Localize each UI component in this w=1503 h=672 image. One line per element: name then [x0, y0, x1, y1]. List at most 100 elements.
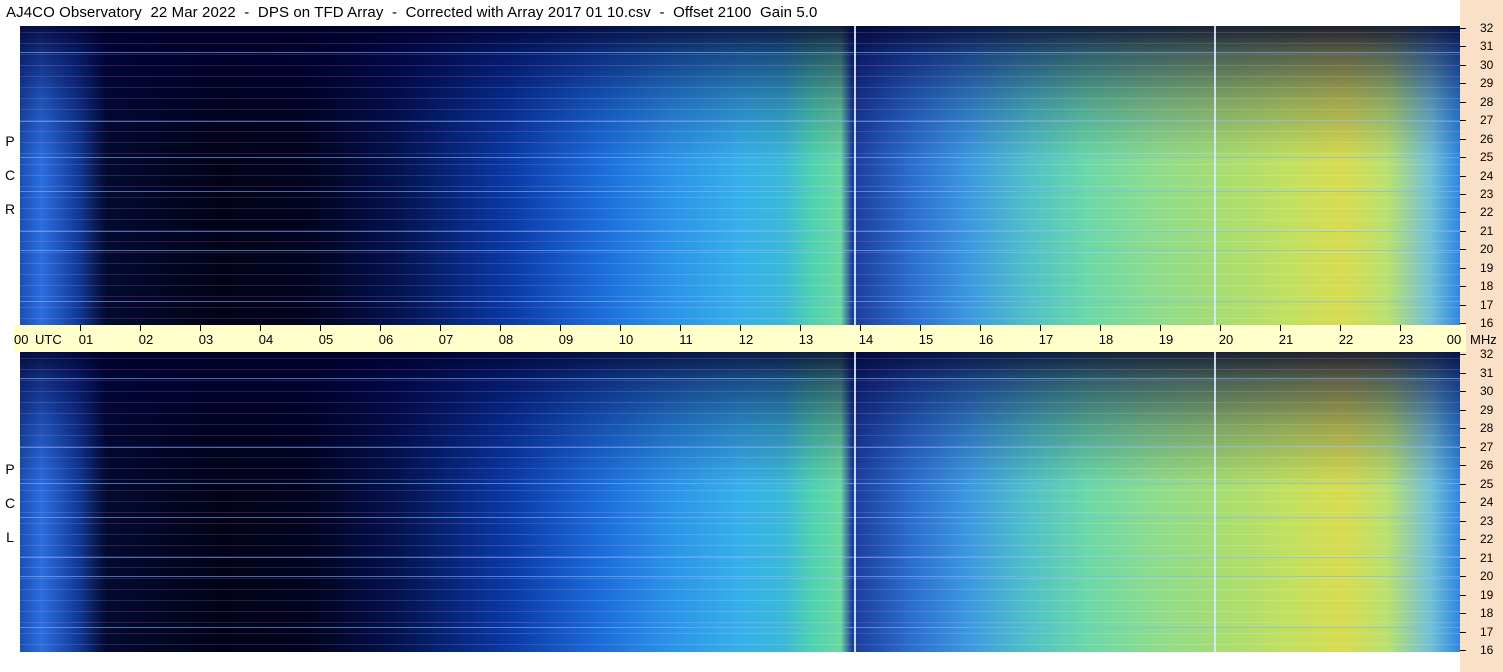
title-bar: AJ4CO Observatory 22 Mar 2022 - DPS on T… — [0, 0, 1460, 26]
freq-tick-label: 26 — [1480, 458, 1494, 472]
freq-tick-label: 18 — [1480, 606, 1494, 620]
freq-tick — [1460, 323, 1466, 324]
freq-tick-label: 27 — [1480, 113, 1494, 128]
time-tick — [1160, 325, 1161, 331]
time-label-hour: 03 — [198, 332, 214, 347]
freq-tick — [1460, 175, 1466, 177]
time-label-hour: 20 — [1218, 332, 1234, 347]
freq-tick — [1460, 286, 1466, 288]
freq-tick — [1460, 594, 1466, 596]
time-label-hour: 22 — [1338, 332, 1354, 347]
time-label-hour: 14 — [858, 332, 874, 347]
freq-tick-label: 23 — [1480, 513, 1494, 528]
time-tick — [1400, 325, 1401, 331]
time-tick — [1340, 325, 1341, 331]
freq-tick — [1460, 64, 1466, 66]
page-title: AJ4CO Observatory 22 Mar 2022 - DPS on T… — [6, 4, 818, 21]
freq-tick-label: 31 — [1480, 365, 1494, 380]
time-label-hour: 11 — [679, 332, 693, 347]
freq-tick-label: 19 — [1480, 260, 1494, 275]
freq-tick — [1460, 267, 1466, 269]
time-label-hour: 06 — [378, 332, 394, 347]
freq-tick-label: 28 — [1480, 421, 1494, 435]
freq-tick — [1460, 46, 1466, 48]
spectrogram-lcp — [20, 352, 1460, 652]
freq-tick-label: 20 — [1480, 242, 1494, 257]
time-label-hour: 21 — [1278, 332, 1294, 347]
time-label-hour: 04 — [258, 332, 274, 347]
freq-tick — [1460, 483, 1466, 485]
time-tick — [260, 325, 261, 331]
freq-tick-label: 26 — [1480, 131, 1494, 146]
freq-tick-label: 17 — [1480, 297, 1494, 312]
freq-tick — [1460, 520, 1466, 522]
time-label-hour: 08 — [498, 332, 514, 347]
pol-letter-r: R — [4, 201, 16, 217]
time-label-hour: 16 — [978, 332, 994, 347]
freq-tick-label: 22 — [1480, 205, 1494, 220]
pol-letter-c: C — [4, 495, 16, 511]
freq-tick-label: 23 — [1480, 186, 1494, 201]
freq-tick-label: 19 — [1480, 587, 1494, 602]
freq-tick — [1460, 631, 1466, 633]
freq-tick — [1460, 193, 1466, 195]
time-axis: 00 UTC 01 02 03 04 05 06 07 08 09 10 11 12 13 14 15 16 1… — [14, 325, 1497, 352]
freq-tick — [1460, 465, 1466, 466]
freq-tick-label: 22 — [1480, 532, 1494, 546]
time-label-hour: 15 — [918, 332, 934, 347]
freq-tick-label: 30 — [1480, 57, 1494, 72]
time-tick — [80, 325, 81, 331]
time-label-start: 00 — [14, 332, 29, 347]
time-label-hour: 23 — [1398, 332, 1414, 347]
freq-tick — [1460, 613, 1466, 614]
freq-tick — [1460, 502, 1466, 503]
freq-tick — [1460, 212, 1466, 214]
freq-tick — [1460, 576, 1466, 577]
time-tick — [860, 325, 861, 331]
time-label-hour: 01 — [78, 332, 94, 347]
freq-tick — [1460, 409, 1466, 411]
freq-tick — [1460, 446, 1466, 448]
time-tick — [560, 325, 561, 331]
freq-tick-label: 29 — [1480, 76, 1494, 91]
freq-unit-label: MHz — [1470, 332, 1497, 347]
freq-tick-label: 29 — [1480, 402, 1494, 417]
time-tick — [680, 325, 681, 331]
freq-tick — [1460, 539, 1466, 540]
freq-tick-label: 16 — [1480, 643, 1494, 657]
time-label-hour: 19 — [1158, 332, 1174, 347]
freq-tick-label: 32 — [1480, 21, 1494, 35]
freq-tick — [1460, 304, 1466, 306]
time-tick — [1040, 325, 1041, 331]
freq-tick — [1460, 650, 1466, 651]
freq-tick — [1460, 120, 1466, 122]
freq-tick-label: 18 — [1480, 279, 1494, 294]
freq-tick — [1460, 372, 1466, 374]
time-tick — [1100, 325, 1101, 331]
time-tick — [1220, 325, 1221, 331]
freq-tick-label: 27 — [1480, 439, 1494, 454]
freq-tick — [1460, 354, 1466, 355]
time-label-hour: 02 — [138, 332, 154, 347]
freq-tick — [1460, 83, 1466, 85]
time-tick — [500, 325, 501, 331]
freq-tick-label: 32 — [1480, 347, 1494, 361]
freq-tick-label: 31 — [1480, 39, 1494, 54]
time-tick — [200, 325, 201, 331]
freq-tick — [1460, 157, 1466, 159]
freq-tick-label: 20 — [1480, 569, 1494, 583]
pol-letter-p: P — [5, 133, 15, 149]
freq-tick — [1460, 557, 1466, 559]
time-label-end: 00 — [1446, 332, 1462, 347]
time-label-utc: UTC — [35, 332, 62, 347]
freq-tick — [1460, 28, 1466, 29]
freq-tick — [1460, 101, 1466, 103]
freq-tick-label: 28 — [1480, 94, 1494, 109]
freq-tick-label: 25 — [1480, 476, 1494, 491]
freq-tick-label: 30 — [1480, 384, 1494, 398]
freq-tick — [1460, 391, 1466, 392]
time-tick — [800, 325, 801, 331]
pol-letter-l: L — [6, 529, 14, 545]
time-tick — [320, 325, 321, 331]
freq-tick-label: 24 — [1480, 168, 1494, 183]
